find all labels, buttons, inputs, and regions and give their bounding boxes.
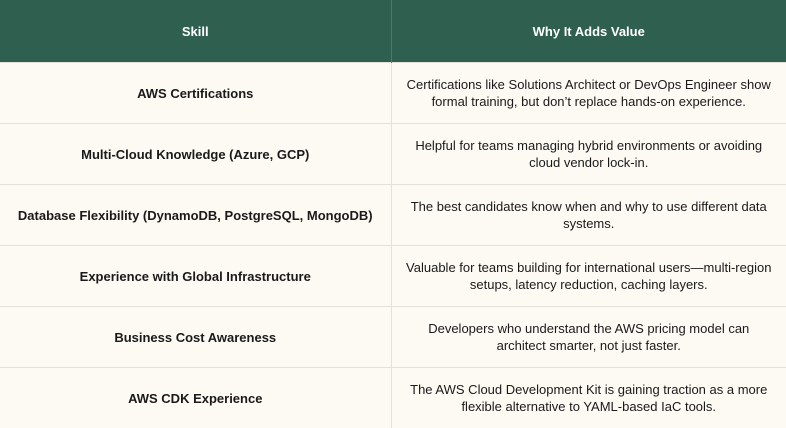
- column-header-skill: Skill: [0, 0, 392, 63]
- table-row: Database Flexibility (DynamoDB, PostgreS…: [0, 184, 786, 246]
- table-body: AWS Certifications Certifications like S…: [0, 62, 786, 428]
- skill-cell: Experience with Global Infrastructure: [0, 245, 392, 307]
- skill-cell: Business Cost Awareness: [0, 306, 392, 368]
- value-cell: Helpful for teams managing hybrid enviro…: [391, 123, 786, 185]
- skill-cell: AWS Certifications: [0, 62, 392, 124]
- table-row: AWS CDK Experience The AWS Cloud Develop…: [0, 367, 786, 428]
- skill-cell: AWS CDK Experience: [0, 367, 392, 428]
- value-cell: Developers who understand the AWS pricin…: [391, 306, 786, 368]
- skills-table: Skill Why It Adds Value AWS Certificatio…: [0, 0, 786, 428]
- skill-cell: Database Flexibility (DynamoDB, PostgreS…: [0, 184, 392, 246]
- value-cell: Valuable for teams building for internat…: [391, 245, 786, 307]
- table-row: Experience with Global Infrastructure Va…: [0, 245, 786, 307]
- header-row: Skill Why It Adds Value: [0, 0, 786, 63]
- value-cell: The AWS Cloud Development Kit is gaining…: [391, 367, 786, 428]
- value-cell: The best candidates know when and why to…: [391, 184, 786, 246]
- table-header: Skill Why It Adds Value: [0, 0, 786, 63]
- table-row: AWS Certifications Certifications like S…: [0, 62, 786, 124]
- value-cell: Certifications like Solutions Architect …: [391, 62, 786, 124]
- table-row: Multi-Cloud Knowledge (Azure, GCP) Helpf…: [0, 123, 786, 185]
- table-row: Business Cost Awareness Developers who u…: [0, 306, 786, 368]
- column-header-value: Why It Adds Value: [391, 0, 786, 63]
- skill-cell: Multi-Cloud Knowledge (Azure, GCP): [0, 123, 392, 185]
